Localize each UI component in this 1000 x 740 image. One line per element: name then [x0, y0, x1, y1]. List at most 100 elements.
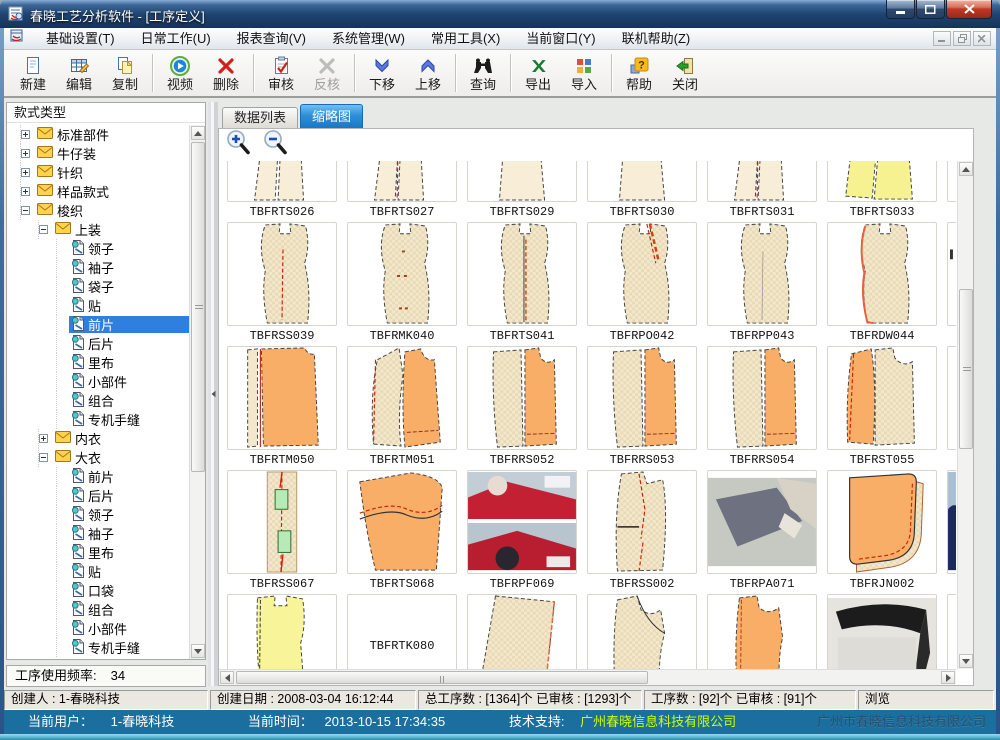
tree-item-leaf[interactable]: 专机手缝 — [7, 410, 189, 429]
tree-expand-minus-icon[interactable] — [21, 206, 35, 215]
menu-item[interactable]: 常用工具(X) — [418, 28, 513, 49]
minimize-button[interactable] — [886, 0, 915, 19]
tree-item-leaf[interactable]: 组合 — [7, 600, 189, 619]
toolbar-button-video[interactable]: 视频 — [157, 51, 203, 95]
thumbnail-cell[interactable]: TBFRTS026 — [227, 161, 339, 220]
tree-item-leaf[interactable]: 里布 — [7, 353, 189, 372]
toolbar-button-edit[interactable]: 编辑 — [56, 51, 102, 95]
tree-item-folder[interactable]: 大衣 — [7, 448, 189, 467]
thumbnail-cell[interactable] — [827, 594, 939, 669]
thumbnail-cell[interactable]: TBFRTS030 — [587, 161, 699, 220]
tree-expand-plus-icon[interactable] — [39, 434, 53, 443]
toolbar-button-import[interactable]: 导入 — [561, 51, 607, 95]
toolbar-button-search[interactable]: 查询 — [460, 51, 506, 95]
scroll-up-button[interactable] — [959, 162, 973, 176]
menu-item[interactable]: 日常工作(U) — [128, 28, 224, 49]
tree-item-folder[interactable]: 样品款式 — [7, 182, 189, 201]
tree-expand-minus-icon[interactable] — [39, 225, 53, 234]
tree-item-leaf[interactable]: 小部件 — [7, 372, 189, 391]
toolbar-button-export[interactable]: 导出 — [515, 51, 561, 95]
thumbnail-cell[interactable]: TBFRTM051 — [347, 346, 459, 468]
mdi-close-button[interactable] — [973, 31, 991, 46]
thumbnail-cell[interactable]: TBFRPO042 — [587, 222, 699, 344]
thumbnail-cell[interactable]: TBFRPF069 — [467, 470, 579, 592]
thumbnail-cell[interactable] — [947, 346, 956, 468]
thumbnail-cell[interactable] — [587, 594, 699, 669]
tree-item-leaf[interactable]: 前片 — [7, 315, 189, 334]
toolbar-button-help[interactable]: ?帮助 — [616, 51, 662, 95]
tree-item-leaf[interactable]: 袖子 — [7, 524, 189, 543]
tree-item-leaf[interactable]: 前片 — [7, 467, 189, 486]
thumbnail-cell[interactable] — [947, 470, 956, 592]
scroll-down-button[interactable] — [959, 654, 973, 668]
thumbnail-cell[interactable]: TBFRDW044 — [827, 222, 939, 344]
tree-item-leaf[interactable]: 小部件 — [7, 619, 189, 638]
thumbnail-cell[interactable]: TBFRTK080 — [347, 594, 459, 669]
thumbnail-cell[interactable]: TBFRTM050 — [227, 346, 339, 468]
toolbar-button-audit[interactable]: 审核 — [258, 51, 304, 95]
tree-item-folder[interactable]: 上装 — [7, 220, 189, 239]
tree-item-folder[interactable]: 梭织 — [7, 201, 189, 220]
toolbar-button-delete[interactable]: 删除 — [203, 51, 249, 95]
toolbar-button-unaudit[interactable]: 反核 — [304, 51, 350, 95]
tree-item-folder[interactable]: 标准部件 — [7, 125, 189, 144]
tree-scrollbar[interactable] — [189, 125, 205, 659]
thumbnail-cell[interactable]: TBFRRS054 — [707, 346, 819, 468]
tab-data-list[interactable]: 数据列表 — [222, 107, 298, 128]
zoom-out-button[interactable] — [263, 129, 289, 161]
toolbar-button-move-down[interactable]: 下移 — [359, 51, 405, 95]
tree-item-leaf[interactable]: 专机手缝 — [7, 638, 189, 657]
thumbnail-cell[interactable] — [227, 594, 339, 669]
zoom-in-button[interactable] — [226, 129, 252, 161]
thumbnail-cell[interactable]: TBFRPP043 — [707, 222, 819, 344]
scroll-thumb[interactable] — [236, 671, 648, 684]
panel-splitter[interactable] — [208, 102, 218, 686]
tree-item-folder[interactable]: 内衣 — [7, 429, 189, 448]
thumbnail-cell[interactable]: TBFRTS041 — [467, 222, 579, 344]
thumbnail-cell[interactable]: TBFRRS052 — [467, 346, 579, 468]
tree-item-leaf[interactable]: 口袋 — [7, 581, 189, 600]
thumbnail-cell[interactable]: TBFRSS067 — [227, 470, 339, 592]
tree-item-leaf[interactable]: 组合 — [7, 391, 189, 410]
thumbnail-cell[interactable]: TBFRRS053 — [587, 346, 699, 468]
tree-expand-plus-icon[interactable] — [21, 130, 35, 139]
thumbnail-cell[interactable]: TBFRPA071 — [707, 470, 819, 592]
thumbnail-cell[interactable]: TBFRMK040 — [347, 222, 459, 344]
scroll-thumb[interactable] — [959, 289, 973, 449]
menu-item[interactable]: 系统管理(W) — [319, 28, 418, 49]
tree-item-folder[interactable]: 牛仔装 — [7, 144, 189, 163]
horizontal-scrollbar[interactable] — [219, 669, 956, 685]
thumbnail-cell[interactable]: TBFRST055 — [827, 346, 939, 468]
tree-item-leaf[interactable]: 后片 — [7, 334, 189, 353]
vertical-scrollbar[interactable] — [957, 161, 973, 669]
menu-item[interactable]: 基础设置(T) — [33, 28, 128, 49]
mdi-minimize-button[interactable] — [933, 31, 951, 46]
thumbnail-cell[interactable]: TBFRTS068 — [347, 470, 459, 592]
thumbnail-cell[interactable] — [947, 161, 956, 220]
tree-expand-plus-icon[interactable] — [21, 187, 35, 196]
toolbar-button-copy[interactable]: 复制 — [102, 51, 148, 95]
tree-item-leaf[interactable]: 里布 — [7, 543, 189, 562]
tab-thumbnail-view[interactable]: 缩略图 — [300, 104, 363, 128]
thumbnail-cell[interactable] — [947, 222, 956, 344]
thumbnail-cell[interactable]: TBFRSS002 — [587, 470, 699, 592]
tree-scroll-up-button[interactable] — [191, 126, 205, 140]
tree-scroll-down-button[interactable] — [191, 644, 205, 658]
toolbar-button-new[interactable]: 新建 — [10, 51, 56, 95]
thumbnail-cell[interactable]: TBFRSS039 — [227, 222, 339, 344]
tree-item-leaf[interactable]: 贴 — [7, 562, 189, 581]
tree-item-folder[interactable]: 针织 — [7, 163, 189, 182]
thumbnail-cell[interactable] — [467, 594, 579, 669]
tree-item-leaf[interactable]: 袋子 — [7, 277, 189, 296]
menu-item[interactable]: 当前窗口(Y) — [513, 28, 608, 49]
thumbnail-cell[interactable]: TBFRTS029 — [467, 161, 579, 220]
menu-item[interactable]: 联机帮助(Z) — [609, 28, 704, 49]
toolbar-button-move-up[interactable]: 上移 — [405, 51, 451, 95]
scroll-right-button[interactable] — [941, 671, 955, 684]
tree-item-leaf[interactable]: 领子 — [7, 505, 189, 524]
thumbnail-cell[interactable] — [707, 594, 819, 669]
thumbnail-cell[interactable]: TBFRTS033 — [827, 161, 939, 220]
tree-item-leaf[interactable]: 袖子 — [7, 258, 189, 277]
tree-item-leaf[interactable]: 后片 — [7, 486, 189, 505]
tree-item-leaf[interactable]: 领子 — [7, 239, 189, 258]
